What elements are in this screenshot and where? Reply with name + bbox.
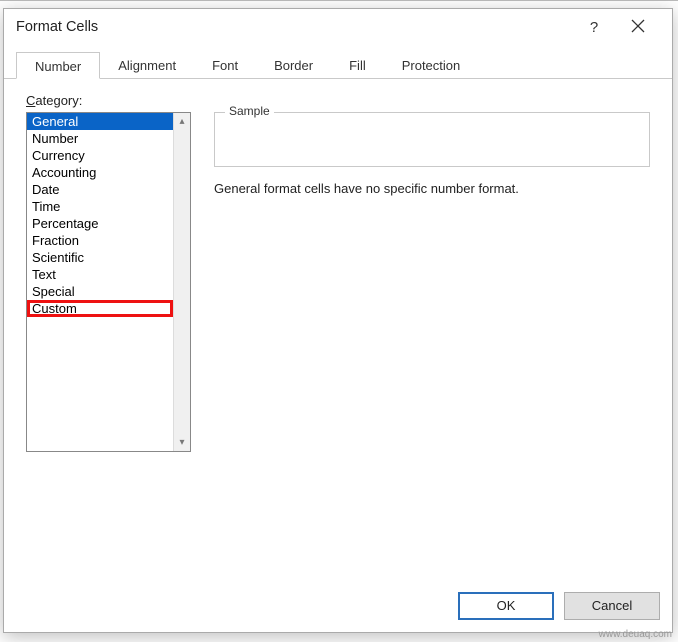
cancel-button[interactable]: Cancel (564, 592, 660, 620)
close-icon (631, 19, 645, 36)
format-cells-dialog: Format Cells ? Number Alignment Font Bor… (3, 8, 673, 633)
category-item-scientific[interactable]: Scientific (27, 249, 173, 266)
tabstrip: Number Alignment Font Border Fill Protec… (4, 51, 672, 79)
category-item-text[interactable]: Text (27, 266, 173, 283)
tab-alignment[interactable]: Alignment (100, 52, 194, 79)
category-item-fraction[interactable]: Fraction (27, 232, 173, 249)
tab-protection[interactable]: Protection (384, 52, 479, 79)
scroll-up-icon[interactable]: ▴ (179, 113, 184, 130)
help-button[interactable]: ? (572, 9, 616, 45)
sample-box: Sample (214, 112, 650, 167)
dialog-title: Format Cells (16, 19, 98, 35)
ok-button[interactable]: OK (458, 592, 554, 620)
category-item-general[interactable]: General (27, 113, 173, 130)
close-button[interactable] (616, 9, 660, 45)
category-item-date[interactable]: Date (27, 181, 173, 198)
category-item-currency[interactable]: Currency (27, 147, 173, 164)
tab-fill[interactable]: Fill (331, 52, 384, 79)
tab-font[interactable]: Font (194, 52, 256, 79)
watermark: www.deuaq.com (599, 629, 672, 640)
sample-label: Sample (225, 104, 274, 118)
category-item-accounting[interactable]: Accounting (27, 164, 173, 181)
category-item-percentage[interactable]: Percentage (27, 215, 173, 232)
listbox-scrollbar[interactable]: ▴ ▾ (173, 113, 190, 451)
category-listbox[interactable]: General Number Currency Accounting Date … (26, 112, 191, 452)
scroll-down-icon[interactable]: ▾ (179, 434, 184, 451)
format-description: General format cells have no specific nu… (214, 181, 650, 196)
category-item-custom[interactable]: Custom (27, 300, 173, 317)
category-item-number[interactable]: Number (27, 130, 173, 147)
tab-border[interactable]: Border (256, 52, 331, 79)
titlebar: Format Cells ? (4, 9, 672, 45)
tab-number[interactable]: Number (16, 52, 100, 79)
category-item-special[interactable]: Special (27, 283, 173, 300)
category-item-time[interactable]: Time (27, 198, 173, 215)
category-label: Category: (26, 93, 652, 108)
